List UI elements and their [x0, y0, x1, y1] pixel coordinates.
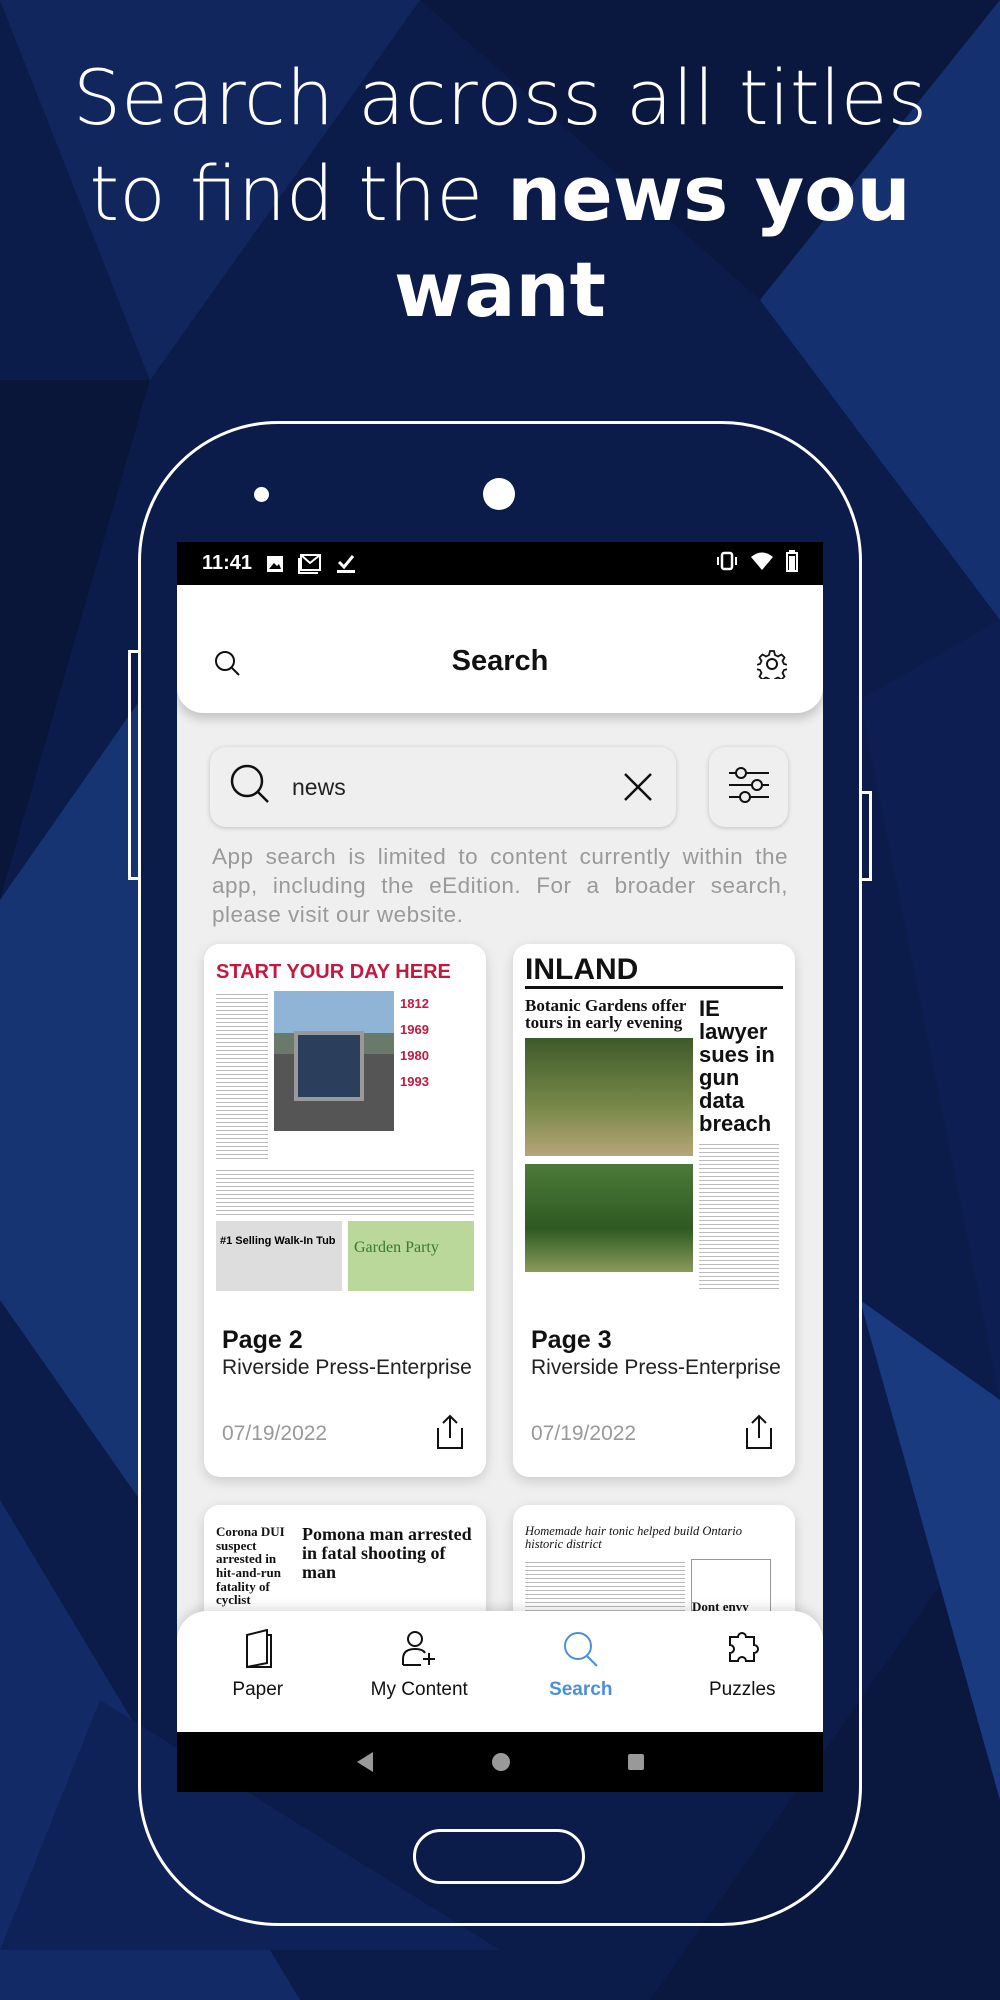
wifi-icon [750, 551, 774, 577]
page-title: Search [451, 645, 549, 677]
status-time: 11:41 [202, 552, 253, 574]
phone-side-button-left [128, 650, 138, 880]
puzzle-icon [729, 1632, 760, 1662]
thumb-headline: Homemade hair tonic helped build Ontario… [525, 1524, 742, 1552]
image-notification-icon [266, 555, 284, 573]
result-page: Page 2 [222, 1326, 303, 1354]
thumb-subheadline: Botanic Gardens offer tours in early eve… [525, 995, 687, 1033]
phone-home-button [413, 1829, 585, 1884]
page-thumbnail: START YOUR DAY HERE 1812 1969 1980 1993 … [204, 944, 486, 1301]
result-page: Page 3 [531, 1326, 612, 1354]
headline-line-2-bold: news you [507, 149, 911, 238]
status-bar: 11:41 [177, 542, 823, 585]
gmail-icon [298, 553, 322, 574]
share-icon[interactable] [436, 1414, 464, 1455]
nav-label: Paper [232, 1679, 284, 1700]
thumb-headline: INLAND [525, 954, 783, 989]
app-header: Search [177, 585, 823, 713]
back-icon[interactable] [355, 1751, 375, 1773]
user-add-icon [402, 1631, 436, 1666]
bottom-navigation: Paper My Content Search Puzzles [177, 1611, 823, 1732]
result-card[interactable]: START YOUR DAY HERE 1812 1969 1980 1993 … [204, 944, 486, 1477]
search-input[interactable] [292, 773, 592, 801]
nav-label: Puzzles [708, 1679, 776, 1700]
phone-side-button-right [862, 791, 872, 881]
thumb-year: 1980 [400, 1048, 429, 1063]
search-disclaimer: App search is limited to content current… [212, 844, 788, 927]
nav-search[interactable]: Search [500, 1611, 662, 1732]
vibrate-icon [716, 551, 738, 577]
thumb-headline: START YOUR DAY HERE [216, 961, 451, 983]
headline-line-2: to find the [89, 149, 508, 238]
phone-camera [483, 478, 515, 510]
promo-headline: Search across all titles to find the new… [0, 50, 1000, 338]
phone-sensor [254, 487, 269, 502]
filter-button[interactable] [709, 747, 788, 827]
clear-search-icon[interactable] [622, 771, 654, 808]
search-field-icon [228, 762, 274, 813]
thumb-year: 1993 [400, 1074, 429, 1089]
headline-line-1: Search across all titles [72, 53, 928, 142]
gear-icon[interactable] [755, 649, 789, 684]
book-icon [245, 1629, 272, 1669]
recents-icon[interactable] [627, 1753, 645, 1771]
sliders-icon [727, 766, 771, 808]
thumb-year: 1812 [400, 996, 429, 1011]
search-icon [563, 1632, 598, 1667]
result-date: 07/19/2022 [222, 1422, 328, 1445]
result-publication: Riverside Press-Enterprise [222, 1356, 472, 1379]
nav-my-content[interactable]: My Content [339, 1611, 501, 1732]
share-icon[interactable] [745, 1414, 773, 1455]
thumb-ad: #1 Selling Walk-In Tub [216, 1221, 342, 1291]
nav-paper[interactable]: Paper [177, 1611, 339, 1732]
result-publication: Riverside Press-Enterprise [531, 1356, 781, 1379]
nav-puzzles[interactable]: Puzzles [662, 1611, 824, 1732]
nav-label: My Content [370, 1679, 468, 1700]
battery-icon [786, 549, 798, 578]
thumb-ad: Garden Party [348, 1221, 474, 1291]
thumb-subheadline: IE lawyer sues in gun data breach [699, 995, 775, 1136]
page-thumbnail: INLAND Botanic Gardens offer tours in ea… [513, 944, 795, 1301]
headline-line-3: want [394, 245, 606, 334]
result-card[interactable]: INLAND Botanic Gardens offer tours in ea… [513, 944, 795, 1477]
app-screen: 11:41 Search App search is limited to co… [177, 542, 823, 1792]
nav-label: Search [549, 1679, 613, 1700]
thumb-year: 1969 [400, 1022, 429, 1037]
home-icon[interactable] [491, 1752, 511, 1772]
search-input-container[interactable] [210, 747, 676, 827]
result-date: 07/19/2022 [531, 1422, 637, 1445]
system-navigation-bar [177, 1732, 823, 1792]
task-check-icon [336, 554, 356, 574]
